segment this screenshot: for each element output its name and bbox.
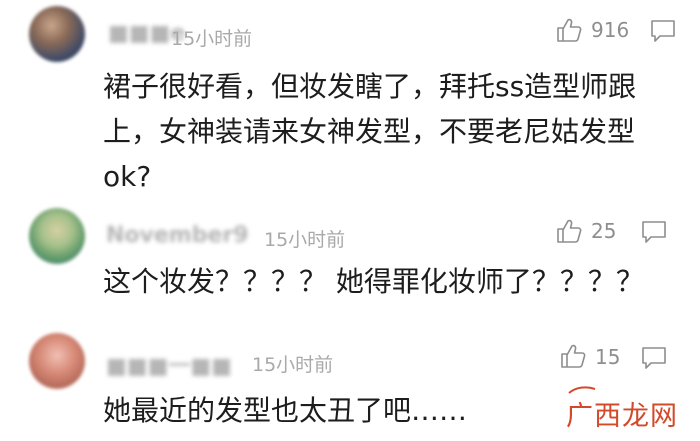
comment-text: 裙子很好看，但妆发瞎了，拜托ss造型师跟 上，女神装请来女神发型，不要老尼姑发型… [103,64,663,199]
like-count: 15 [595,345,621,369]
comment-text-line: ok? [103,160,152,193]
comment-text: 这个妆发？？？？ 她得罪化妆师了？？？？ [103,259,663,304]
comment-text-line: 上，女神装请来女神发型，不要老尼姑发型 [103,115,636,148]
timestamp: 15小时前 [171,28,253,50]
avatar[interactable] [29,6,85,62]
thumbs-up-icon[interactable] [556,17,582,43]
timestamp: 15小时前 [264,229,346,251]
reply-icon[interactable] [641,346,667,370]
thumbs-up-icon[interactable] [560,343,586,369]
comment-text-line: 这个妆发？？？？ 她得罪化妆师了？？？？ [103,265,644,298]
timestamp: 15小时前 [252,354,334,376]
reply-icon[interactable] [641,220,667,244]
comment-list: ■■■e 15小时前 916 裙子很好看，但妆发瞎了，拜托ss造型师跟 上，女神… [0,0,700,441]
thumbs-up-icon[interactable] [556,218,582,244]
watermark-logo: 广西龙网 [566,401,678,432]
comment-text-line: 裙子很好看，但妆发瞎了，拜托ss造型师跟 [103,70,637,103]
username[interactable]: November9 [106,223,249,248]
like-count: 916 [591,18,630,42]
watermark-swoosh-icon [568,386,596,394]
reply-icon[interactable] [650,19,676,43]
avatar[interactable] [29,333,85,389]
username[interactable]: ■■■一■■ [106,348,232,380]
avatar[interactable] [29,208,85,264]
like-count: 25 [591,219,617,243]
